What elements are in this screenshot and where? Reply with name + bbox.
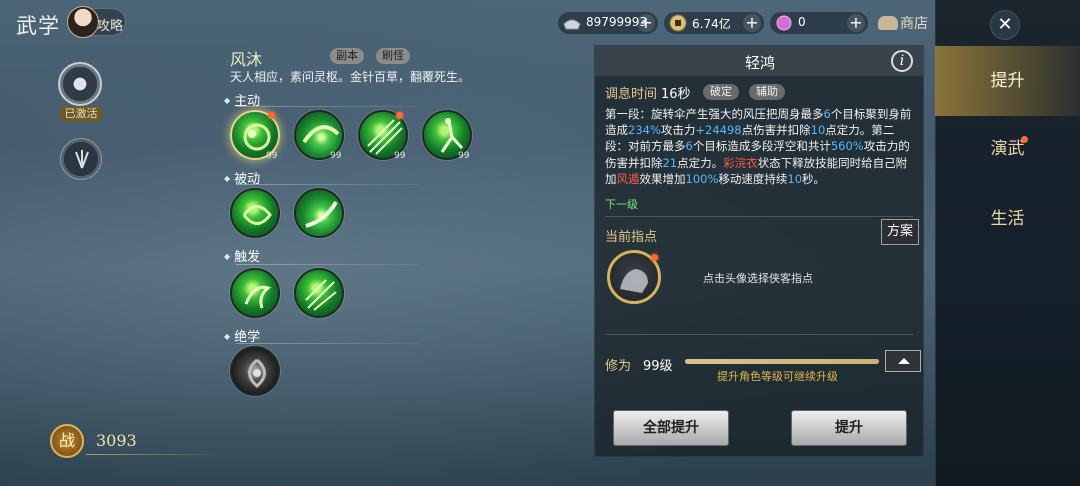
skill-description: 第一段：旋转伞产生强大的风压把周身最多6个目标聚到身前造成234%攻击力+244… <box>605 107 912 186</box>
coin-value: 6.74亿 <box>692 17 731 31</box>
silver-ingot-icon <box>563 19 581 30</box>
upgrade-button[interactable]: 提升 <box>791 410 907 446</box>
skill-passive-1[interactable] <box>230 188 280 238</box>
page-title: 武学 <box>16 14 60 38</box>
add-coin-button[interactable]: + <box>743 14 761 32</box>
guide-label: 攻略 <box>97 19 124 34</box>
guide-button[interactable]: 攻略 <box>67 6 126 38</box>
cooldown-label: 调息时间 <box>605 87 658 102</box>
menu-item-label: 演武 <box>990 139 1025 159</box>
gem-value: 0 <box>798 15 806 29</box>
coin-icon <box>669 14 687 32</box>
portrait-alert-dot <box>651 254 658 261</box>
combat-power-divider <box>86 454 226 455</box>
skill-level: 99 <box>394 151 406 161</box>
skill-alert-dot <box>396 112 403 119</box>
skill-alert-dot <box>268 112 275 119</box>
cultivation-progress-bar <box>685 359 879 364</box>
cultivation-value: 99级 <box>643 359 673 374</box>
menu-alert-dot <box>1021 136 1028 143</box>
section-divider <box>236 343 418 344</box>
cooldown: 调息时间 16秒 <box>605 83 691 102</box>
blades-icon <box>75 150 89 169</box>
shop-icon <box>878 16 898 30</box>
mentor-silhouette-icon <box>620 269 648 293</box>
menu-item-upgrade[interactable]: 提升 <box>935 46 1080 116</box>
cultivation-up-button[interactable] <box>885 350 921 372</box>
dark-vortex-icon <box>248 358 266 388</box>
skill-trigger-1[interactable] <box>230 268 280 318</box>
school-tag-grind: 刷怪 <box>376 48 410 64</box>
section-divider <box>236 184 418 185</box>
skill-level: 99 <box>266 151 278 161</box>
menu-item-label: 生活 <box>990 209 1025 229</box>
menu-item-life[interactable]: 生活 <box>935 184 1080 254</box>
upgrade-all-button[interactable]: 全部提升 <box>613 410 729 446</box>
skill-trigger-2[interactable] <box>294 268 344 318</box>
orb-slash-icon <box>305 200 338 228</box>
gem-currency: 0 + <box>770 12 868 34</box>
close-button[interactable]: ✕ <box>990 10 1020 40</box>
leaf-swirl-icon <box>244 285 272 309</box>
panel-divider <box>605 334 913 335</box>
plan-button[interactable]: 方案 <box>881 219 919 245</box>
school-name: 风沐 <box>230 50 263 69</box>
skill-ultimate-1[interactable] <box>230 346 280 396</box>
school-emblem-secondary[interactable] <box>60 138 102 180</box>
school-emblem-active[interactable] <box>58 62 102 106</box>
guide-avatar-icon <box>67 6 99 38</box>
feather-burst-icon <box>305 279 337 311</box>
skill-tag-support: 辅助 <box>749 84 785 100</box>
skill-detail-panel: 轻鸿 i 调息时间 16秒 破定 辅助 第一段：旋转伞产生强大的风压把周身最多6个… <box>594 45 925 457</box>
school-tag-dungeon: 副本 <box>330 48 364 64</box>
info-icon[interactable]: i <box>891 50 913 72</box>
section-divider <box>236 106 418 107</box>
add-silver-button[interactable]: + <box>637 14 655 32</box>
combat-power: 战 3093 <box>50 424 226 458</box>
combat-power-emblem: 战 <box>50 424 84 458</box>
skill-tag-break: 破定 <box>703 84 739 100</box>
add-gem-button[interactable]: + <box>847 14 865 32</box>
cultivation-hint: 提升角色等级可继续升级 <box>717 370 838 383</box>
skill-passive-2[interactable] <box>294 188 344 238</box>
menu-item-practice[interactable]: 演武 <box>935 114 1080 184</box>
cooldown-value: 16秒 <box>661 87 691 102</box>
shop-label: 商店 <box>900 16 928 32</box>
menu-item-label: 提升 <box>990 71 1025 91</box>
panel-divider <box>605 216 913 217</box>
green-vortex-icon <box>242 205 272 225</box>
shop-button[interactable]: 商店 <box>878 13 928 33</box>
cultivation-progress-fill <box>685 359 879 364</box>
skill-level: 99 <box>330 151 342 161</box>
skill-title: 轻鸿 <box>744 54 775 72</box>
cultivation-label: 修为 <box>605 359 632 374</box>
next-level-link[interactable]: 下一级 <box>605 196 638 212</box>
section-divider <box>236 264 418 265</box>
current-pointer-label: 当前指点 <box>605 230 658 245</box>
pointer-hint: 点击头像选择侠客指点 <box>703 272 813 285</box>
section-trigger: 触发 <box>224 246 260 265</box>
silver-currency: 89799993 + <box>558 12 658 34</box>
combat-power-value: 3093 <box>96 431 137 450</box>
school-motto: 天人相应，素问灵枢。金针百草，翻覆死生。 <box>230 70 471 84</box>
skill-level: 99 <box>458 151 470 161</box>
gem-icon <box>776 15 792 31</box>
activated-label: 已激活 <box>60 106 102 122</box>
coin-currency: 6.74亿 + <box>664 12 764 34</box>
